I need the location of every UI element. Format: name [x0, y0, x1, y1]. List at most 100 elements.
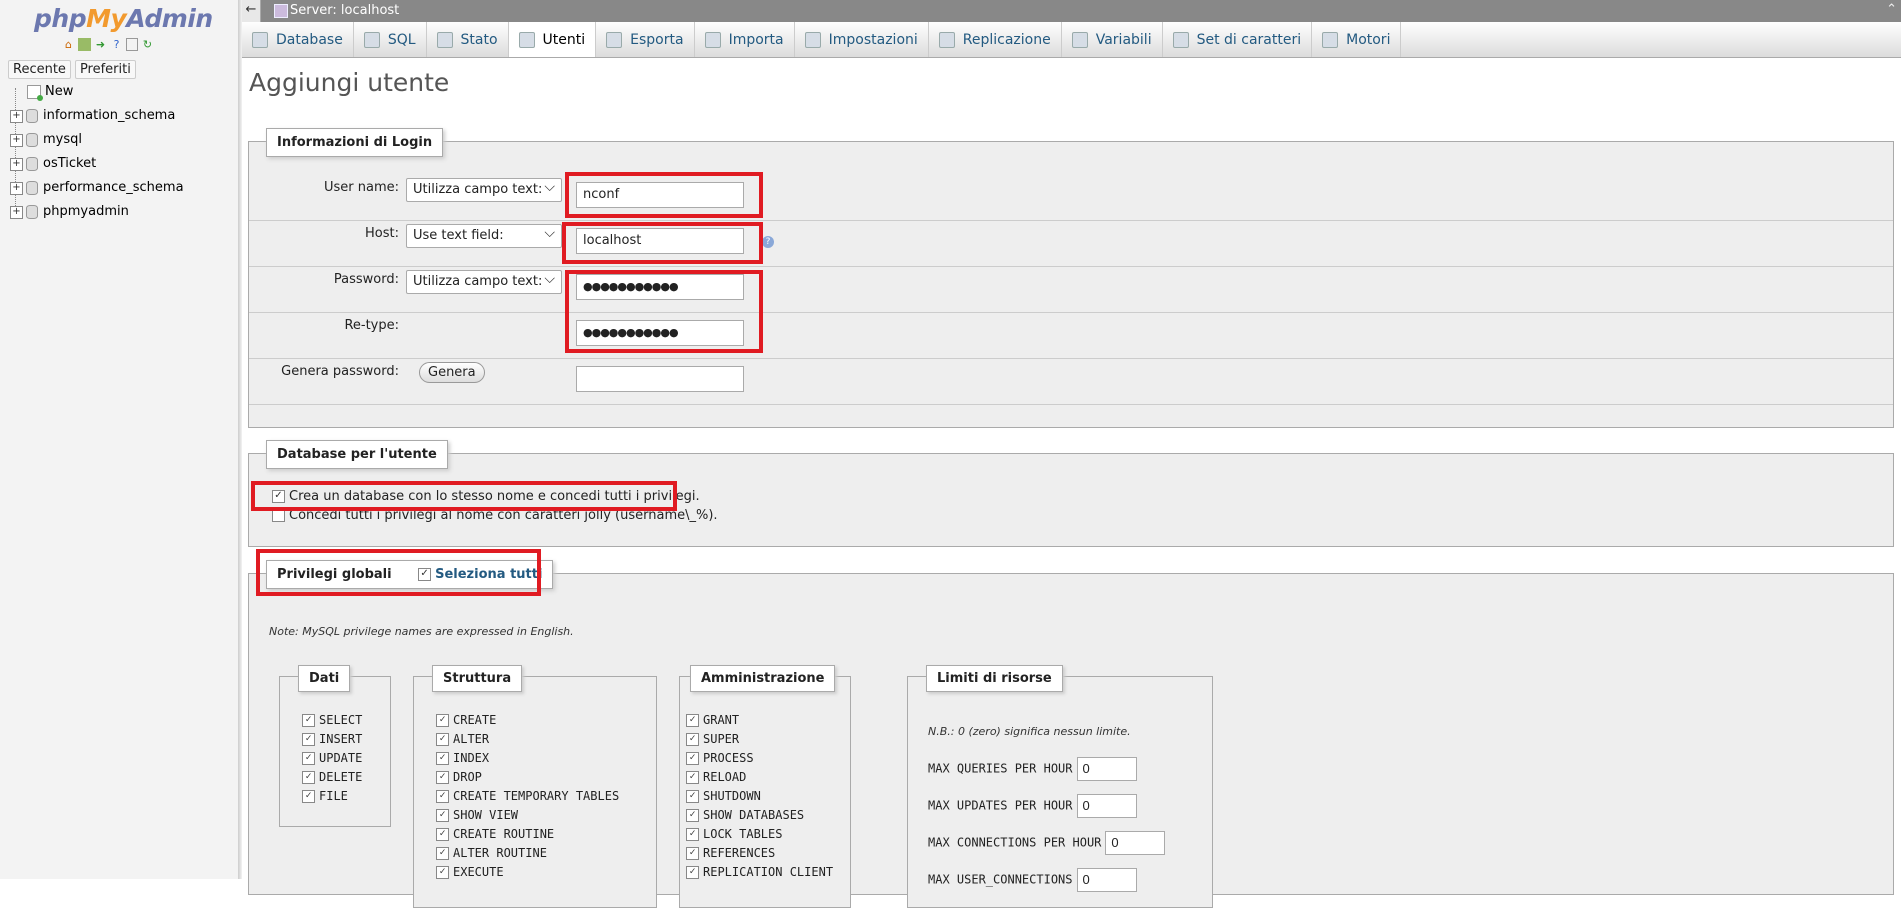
- privilege-checkbox[interactable]: ✓: [302, 771, 315, 784]
- privilege-checkbox[interactable]: ✓: [686, 828, 699, 841]
- max-connections-input[interactable]: 0: [1105, 831, 1166, 855]
- docs-icon[interactable]: [126, 38, 138, 51]
- privilege-shutdown[interactable]: ✓ SHUTDOWN: [686, 787, 833, 806]
- tab-importa[interactable]: Importa: [695, 22, 795, 57]
- privilege-checkbox[interactable]: ✓: [686, 733, 699, 746]
- server-breadcrumb[interactable]: Server: localhost: [290, 3, 399, 18]
- expand-icon[interactable]: +: [10, 181, 23, 195]
- privilege-checkbox[interactable]: ✓: [686, 714, 699, 727]
- tab-esporta[interactable]: Esporta: [596, 22, 695, 57]
- tree-item-database[interactable]: + osTicket: [10, 152, 184, 176]
- privilege-super[interactable]: ✓ SUPER: [686, 730, 833, 749]
- password-mode-select[interactable]: Utilizza campo text:: [406, 268, 562, 294]
- expand-icon[interactable]: +: [10, 157, 23, 171]
- retype-row: Re-type: ●●●●●●●●●●●: [249, 312, 1893, 359]
- tree-item-database[interactable]: + mysql: [10, 128, 184, 152]
- users-icon: [518, 31, 535, 48]
- expand-icon[interactable]: +: [10, 133, 23, 147]
- max-user-connections-input[interactable]: 0: [1076, 868, 1137, 892]
- nav-icon-bar: ⌂ ➜ ? ↻: [62, 38, 154, 51]
- privilege-checkbox[interactable]: ✓: [436, 714, 449, 727]
- privilege-checkbox[interactable]: ✓: [302, 752, 315, 765]
- tab-motori[interactable]: Motori: [1312, 22, 1402, 57]
- highlight-create-db: [251, 481, 677, 511]
- privilege-update[interactable]: ✓ UPDATE: [302, 749, 362, 768]
- privilege-checkbox[interactable]: ✓: [686, 790, 699, 803]
- privilege-checkbox[interactable]: ✓: [686, 866, 699, 879]
- help-icon[interactable]: ?: [110, 38, 123, 51]
- privilege-create-temporary-tables[interactable]: ✓ CREATE TEMPORARY TABLES: [436, 787, 619, 806]
- close-icon[interactable]: ⌃: [1886, 2, 1897, 17]
- help-icon[interactable]: ?: [762, 236, 774, 248]
- home-icon[interactable]: ⌂: [62, 38, 75, 51]
- privilege-checkbox[interactable]: ✓: [436, 809, 449, 822]
- dati-list: ✓ SELECT ✓ INSERT ✓ UPDATE ✓ DELETE ✓ FILE: [302, 711, 362, 806]
- privilege-execute[interactable]: ✓ EXECUTE: [436, 863, 619, 882]
- privilege-checkbox[interactable]: ✓: [436, 866, 449, 879]
- sql-icon: [363, 31, 380, 48]
- privilege-process[interactable]: ✓ PROCESS: [686, 749, 833, 768]
- tab-variabili[interactable]: Variabili: [1062, 22, 1163, 57]
- privilege-grant[interactable]: ✓ GRANT: [686, 711, 833, 730]
- privilege-checkbox[interactable]: ✓: [436, 733, 449, 746]
- privilege-checkbox[interactable]: ✓: [302, 714, 315, 727]
- privilege-replication-client[interactable]: ✓ REPLICATION CLIENT: [686, 863, 833, 882]
- privilege-references[interactable]: ✓ REFERENCES: [686, 844, 833, 863]
- privilege-index[interactable]: ✓ INDEX: [436, 749, 619, 768]
- tree-item-database[interactable]: + phpmyadmin: [10, 200, 184, 224]
- reload-icon[interactable]: ↻: [141, 38, 154, 51]
- tab-utenti[interactable]: Utenti: [508, 22, 597, 57]
- logout-icon[interactable]: ➜: [94, 38, 107, 51]
- privilege-checkbox[interactable]: ✓: [686, 752, 699, 765]
- privilege-checkbox[interactable]: ✓: [436, 752, 449, 765]
- privilege-select[interactable]: ✓ SELECT: [302, 711, 362, 730]
- tree-item-new[interactable]: New: [10, 80, 184, 104]
- import-icon: [704, 31, 721, 48]
- tree-item-database[interactable]: + performance_schema: [10, 176, 184, 200]
- privilege-create-routine[interactable]: ✓ CREATE ROUTINE: [436, 825, 619, 844]
- tab-stato[interactable]: Stato: [427, 22, 509, 57]
- collapse-panel-button[interactable]: ←: [242, 0, 261, 22]
- favorites-tab[interactable]: Preferiti: [74, 60, 136, 79]
- privilege-file[interactable]: ✓ FILE: [302, 787, 362, 806]
- privilege-checkbox[interactable]: ✓: [686, 771, 699, 784]
- tab-impostazioni[interactable]: Impostazioni: [795, 22, 929, 57]
- privilege-checkbox[interactable]: ✓: [436, 847, 449, 860]
- tab-sql[interactable]: SQL: [354, 22, 427, 57]
- database-icon: [26, 109, 38, 123]
- privilege-show-view[interactable]: ✓ SHOW VIEW: [436, 806, 619, 825]
- max-queries-input[interactable]: 0: [1076, 757, 1137, 781]
- privilege-checkbox[interactable]: ✓: [302, 790, 315, 803]
- host-mode-select[interactable]: Use text field:: [406, 222, 562, 248]
- privilege-checkbox[interactable]: ✓: [436, 790, 449, 803]
- privilege-delete[interactable]: ✓ DELETE: [302, 768, 362, 787]
- tab-database[interactable]: Database: [242, 22, 354, 57]
- privilege-show-databases[interactable]: ✓ SHOW DATABASES: [686, 806, 833, 825]
- sql-window-icon[interactable]: [78, 38, 91, 51]
- privilege-alter-routine[interactable]: ✓ ALTER ROUTINE: [436, 844, 619, 863]
- privilege-checkbox[interactable]: ✓: [302, 733, 315, 746]
- privilege-checkbox[interactable]: ✓: [686, 809, 699, 822]
- privilege-drop[interactable]: ✓ DROP: [436, 768, 619, 787]
- tab-set-di-caratteri[interactable]: Set di caratteri: [1163, 22, 1313, 57]
- tab-replicazione[interactable]: Replicazione: [929, 22, 1062, 57]
- generated-password-input[interactable]: [576, 366, 744, 392]
- tree-item-database[interactable]: + information_schema: [10, 104, 184, 128]
- recent-tab[interactable]: Recente: [8, 60, 71, 79]
- expand-icon[interactable]: +: [10, 109, 23, 123]
- privilege-lock-tables[interactable]: ✓ LOCK TABLES: [686, 825, 833, 844]
- privilege-create[interactable]: ✓ CREATE: [436, 711, 619, 730]
- generate-password-button[interactable]: Genera: [419, 362, 485, 383]
- privilege-insert[interactable]: ✓ INSERT: [302, 730, 362, 749]
- privilege-reload[interactable]: ✓ RELOAD: [686, 768, 833, 787]
- new-database-icon: [27, 85, 43, 101]
- expand-icon[interactable]: +: [10, 205, 23, 219]
- privilege-alter[interactable]: ✓ ALTER: [436, 730, 619, 749]
- username-mode-select[interactable]: Utilizza campo text:: [406, 176, 562, 202]
- privilege-checkbox[interactable]: ✓: [436, 828, 449, 841]
- max-updates-input[interactable]: 0: [1076, 794, 1137, 818]
- privilege-checkbox[interactable]: ✓: [686, 847, 699, 860]
- privilege-checkbox[interactable]: ✓: [436, 771, 449, 784]
- phpmyadmin-logo[interactable]: phpMyAdmin: [34, 4, 213, 33]
- sidebar-resizer[interactable]: [238, 0, 242, 879]
